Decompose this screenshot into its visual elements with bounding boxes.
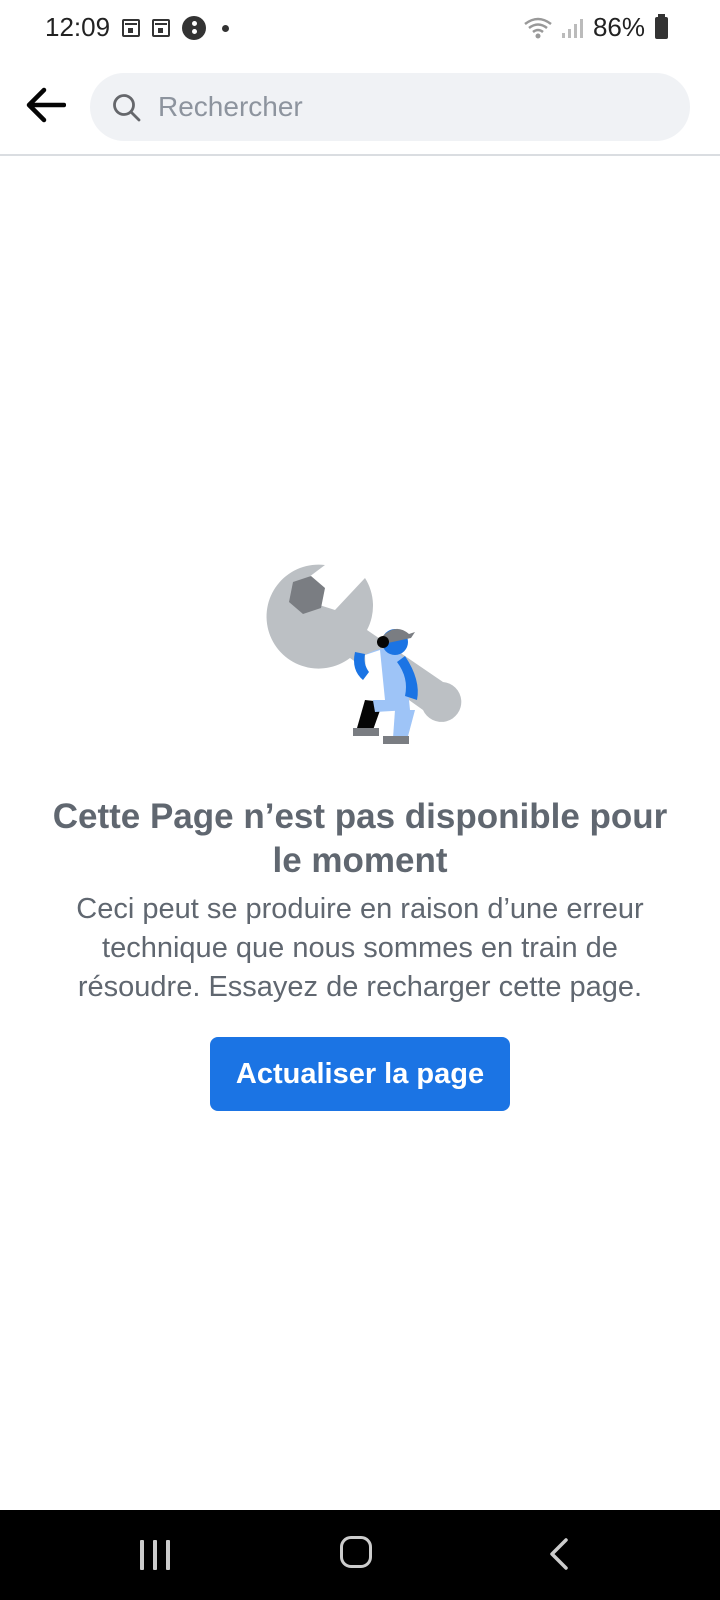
error-title: Cette Page n’est pas disponible pour le … bbox=[52, 797, 668, 880]
status-time: 12:09 bbox=[45, 12, 111, 42]
refresh-page-button[interactable]: Actualiser la page bbox=[210, 1037, 510, 1111]
signal-icon bbox=[561, 18, 583, 38]
message-icon bbox=[182, 16, 206, 40]
wrench-worker-illustration bbox=[266, 564, 462, 744]
search-bar[interactable] bbox=[90, 73, 690, 141]
battery-percentage: 86% bbox=[592, 12, 645, 42]
search-input[interactable] bbox=[158, 73, 668, 141]
calendar-icon bbox=[122, 19, 140, 37]
back-button[interactable] bbox=[20, 80, 70, 130]
recent-apps-button[interactable] bbox=[140, 1540, 170, 1570]
arrow-left-icon bbox=[26, 87, 66, 123]
back-nav-icon[interactable] bbox=[548, 1537, 570, 1571]
battery-icon bbox=[655, 13, 668, 39]
notification-icons bbox=[122, 16, 229, 40]
search-icon bbox=[113, 94, 141, 122]
system-navigation-bar bbox=[0, 1510, 720, 1600]
more-notifications-icon bbox=[222, 24, 229, 32]
system-status: 86% bbox=[523, 12, 668, 43]
top-bar bbox=[0, 56, 720, 156]
calendar-icon bbox=[152, 19, 170, 37]
error-description: Ceci peut se produire en raison d’une er… bbox=[76, 893, 644, 1003]
status-bar: 12:09 86% bbox=[0, 0, 720, 56]
home-button[interactable] bbox=[340, 1536, 372, 1568]
wifi-icon bbox=[524, 17, 552, 38]
